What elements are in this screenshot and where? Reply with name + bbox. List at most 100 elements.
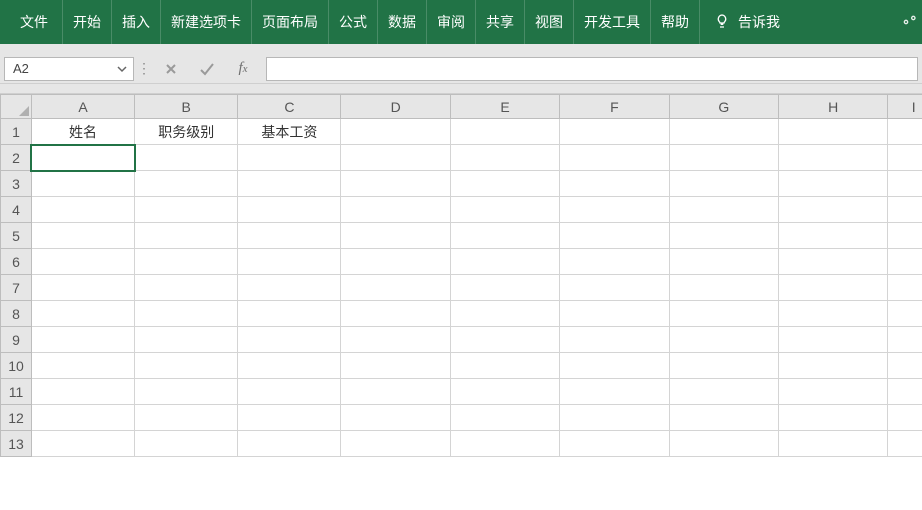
ribbon-tab-help[interactable]: 帮助 bbox=[651, 0, 700, 44]
ribbon-tab-review[interactable]: 审阅 bbox=[427, 0, 476, 44]
cell[interactable] bbox=[778, 275, 887, 301]
cell[interactable] bbox=[135, 327, 238, 353]
tell-me-search[interactable]: 告诉我 bbox=[706, 0, 788, 44]
col-header[interactable]: H bbox=[778, 95, 887, 119]
share-icon[interactable] bbox=[902, 0, 918, 44]
cell[interactable] bbox=[560, 119, 669, 145]
cell[interactable] bbox=[135, 249, 238, 275]
cell[interactable] bbox=[778, 379, 887, 405]
ribbon-tab-pagelayout[interactable]: 页面布局 bbox=[252, 0, 329, 44]
cell[interactable] bbox=[135, 223, 238, 249]
row-header[interactable]: 7 bbox=[1, 275, 32, 301]
cell[interactable] bbox=[238, 327, 341, 353]
col-header[interactable]: E bbox=[450, 95, 559, 119]
cell[interactable] bbox=[888, 327, 922, 353]
cell[interactable] bbox=[135, 275, 238, 301]
col-header[interactable]: D bbox=[341, 95, 450, 119]
cell[interactable] bbox=[135, 405, 238, 431]
col-header[interactable]: F bbox=[560, 95, 669, 119]
cell[interactable] bbox=[450, 301, 559, 327]
cell[interactable] bbox=[135, 197, 238, 223]
cell[interactable] bbox=[31, 301, 134, 327]
cell[interactable] bbox=[450, 275, 559, 301]
cell[interactable] bbox=[560, 249, 669, 275]
name-box[interactable]: A2 bbox=[4, 57, 134, 81]
cell[interactable] bbox=[888, 171, 922, 197]
cell[interactable] bbox=[669, 405, 778, 431]
cell[interactable] bbox=[450, 379, 559, 405]
cell[interactable] bbox=[669, 223, 778, 249]
cell[interactable] bbox=[450, 171, 559, 197]
cell[interactable] bbox=[238, 379, 341, 405]
cell[interactable] bbox=[669, 249, 778, 275]
cell[interactable] bbox=[31, 353, 134, 379]
cell[interactable] bbox=[238, 223, 341, 249]
cell[interactable] bbox=[888, 405, 922, 431]
cell[interactable] bbox=[560, 145, 669, 171]
formula-input[interactable] bbox=[266, 57, 918, 81]
cell[interactable] bbox=[31, 223, 134, 249]
ribbon-tab-developer[interactable]: 开发工具 bbox=[574, 0, 651, 44]
cell[interactable] bbox=[450, 431, 559, 457]
cell[interactable] bbox=[888, 197, 922, 223]
cell[interactable] bbox=[341, 119, 450, 145]
cell[interactable] bbox=[135, 353, 238, 379]
cell[interactable] bbox=[888, 275, 922, 301]
cell[interactable] bbox=[778, 223, 887, 249]
spreadsheet-grid[interactable]: A B C D E F G H I 1姓名职务级别基本工资23456789101… bbox=[0, 94, 922, 510]
cell[interactable] bbox=[778, 197, 887, 223]
cell[interactable] bbox=[888, 353, 922, 379]
cell[interactable] bbox=[31, 379, 134, 405]
row-header[interactable]: 1 bbox=[1, 119, 32, 145]
cell[interactable] bbox=[341, 301, 450, 327]
cell[interactable] bbox=[669, 379, 778, 405]
cell[interactable] bbox=[560, 171, 669, 197]
cell[interactable] bbox=[341, 145, 450, 171]
row-header[interactable]: 13 bbox=[1, 431, 32, 457]
cell[interactable] bbox=[31, 275, 134, 301]
cell[interactable] bbox=[888, 431, 922, 457]
ribbon-tab-formulas[interactable]: 公式 bbox=[329, 0, 378, 44]
row-header[interactable]: 8 bbox=[1, 301, 32, 327]
cell[interactable] bbox=[238, 405, 341, 431]
ribbon-tab-file[interactable]: 文件 bbox=[6, 0, 63, 44]
cell[interactable] bbox=[238, 301, 341, 327]
row-header[interactable]: 5 bbox=[1, 223, 32, 249]
cell[interactable] bbox=[135, 379, 238, 405]
cell[interactable] bbox=[341, 405, 450, 431]
cell[interactable] bbox=[669, 431, 778, 457]
ribbon-tab-view[interactable]: 视图 bbox=[525, 0, 574, 44]
col-header[interactable]: C bbox=[238, 95, 341, 119]
cell[interactable]: 姓名 bbox=[31, 119, 134, 145]
fx-icon[interactable]: fx bbox=[234, 60, 252, 78]
row-header[interactable]: 11 bbox=[1, 379, 32, 405]
cell[interactable] bbox=[341, 379, 450, 405]
cell[interactable] bbox=[560, 327, 669, 353]
cell[interactable] bbox=[669, 353, 778, 379]
row-header[interactable]: 10 bbox=[1, 353, 32, 379]
cell[interactable] bbox=[450, 145, 559, 171]
cell[interactable] bbox=[450, 405, 559, 431]
cell[interactable] bbox=[778, 119, 887, 145]
cell[interactable] bbox=[238, 353, 341, 379]
cell[interactable] bbox=[888, 223, 922, 249]
cell[interactable] bbox=[560, 275, 669, 301]
cell[interactable] bbox=[778, 301, 887, 327]
cell[interactable] bbox=[669, 327, 778, 353]
cell[interactable] bbox=[888, 119, 922, 145]
ribbon-tab-share[interactable]: 共享 bbox=[476, 0, 525, 44]
cell[interactable] bbox=[135, 171, 238, 197]
cell[interactable] bbox=[31, 249, 134, 275]
cell[interactable] bbox=[450, 223, 559, 249]
cell[interactable] bbox=[669, 119, 778, 145]
cell[interactable] bbox=[238, 197, 341, 223]
cell[interactable] bbox=[888, 145, 922, 171]
cell[interactable] bbox=[450, 249, 559, 275]
cell[interactable] bbox=[135, 301, 238, 327]
cell[interactable] bbox=[450, 327, 559, 353]
cell[interactable] bbox=[778, 249, 887, 275]
cell[interactable] bbox=[135, 431, 238, 457]
cell[interactable] bbox=[888, 379, 922, 405]
col-header[interactable]: G bbox=[669, 95, 778, 119]
cell[interactable] bbox=[778, 405, 887, 431]
